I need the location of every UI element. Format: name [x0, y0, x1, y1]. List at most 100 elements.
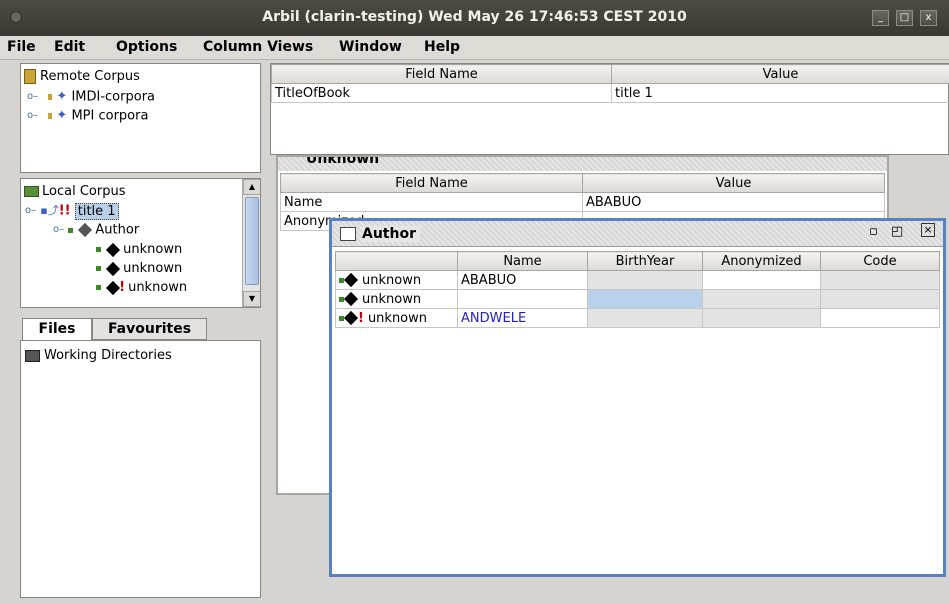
title-fields-table: Field Name Value TitleOfBook title 1 [271, 64, 949, 103]
column-header-field-name[interactable]: Field Name [280, 173, 583, 193]
table-cell[interactable] [587, 270, 703, 290]
scroll-up-icon[interactable]: ▲ [243, 179, 260, 195]
table-row[interactable]: Name ABABUO [280, 192, 885, 212]
column-header-field-name[interactable]: Field Name [271, 64, 612, 84]
maximize-icon[interactable]: ◰ [891, 224, 903, 239]
author-frame-titlebar[interactable]: Author ▫ ◰ × [332, 221, 943, 247]
iconify-icon[interactable]: ▫ [869, 224, 878, 239]
table-cell[interactable] [820, 289, 940, 309]
green-marker-icon [68, 227, 74, 233]
local-tree-scrollbar[interactable]: ▲ ▼ [242, 179, 260, 307]
book-icon [24, 69, 36, 84]
tree-node-unknown[interactable]: unknown [96, 260, 182, 278]
table-cell[interactable]: Name [280, 192, 583, 212]
scroll-thumb[interactable] [245, 197, 259, 285]
tree-node-imdi-corpora[interactable]: o– ✦ IMDI-corpora [27, 88, 155, 106]
remote-corpus-tree[interactable]: Remote Corpus o– ✦ IMDI-corpora o– ✦ MPI… [20, 63, 261, 173]
column-header-birthyear[interactable]: BirthYear [587, 251, 703, 271]
computer-icon [25, 349, 40, 362]
frame-title: Unknown [306, 157, 380, 167]
tree-node-unknown[interactable]: ! unknown [96, 279, 187, 297]
table-cell[interactable] [702, 270, 821, 290]
folder-icon [24, 186, 39, 197]
column-header-node[interactable] [335, 251, 458, 271]
table-row[interactable]: TitleOfBook title 1 [271, 83, 949, 103]
row-node-cell[interactable]: ! unknown [335, 308, 458, 328]
row-node-cell[interactable]: unknown [335, 289, 458, 309]
table-cell[interactable] [820, 270, 940, 290]
column-header-value[interactable]: Value [582, 173, 885, 193]
tree-label: Local Corpus [42, 184, 126, 199]
minimize-button[interactable]: _ [872, 10, 889, 26]
tree-node-mpi-corpora[interactable]: o– ✦ MPI corpora [27, 107, 148, 125]
scroll-down-icon[interactable]: ▼ [243, 291, 260, 307]
title-fields-panel: Field Name Value TitleOfBook title 1 [270, 63, 949, 155]
tree-node-title-1[interactable]: o– ▪⤴!! title 1 [25, 202, 119, 220]
expand-handle-icon[interactable]: o– [25, 202, 36, 220]
table-cell[interactable] [457, 289, 588, 309]
table-cell[interactable]: TitleOfBook [271, 83, 612, 103]
expand-handle-icon[interactable]: o– [27, 88, 38, 106]
diamond-icon [343, 291, 359, 307]
tree-label: Author [95, 222, 140, 238]
tree-label: title 1 [74, 202, 119, 220]
table-cell[interactable]: ABABUO [457, 270, 588, 290]
tree-label: unknown [128, 280, 188, 295]
diamond-icon [343, 310, 359, 326]
diamond-icon [78, 222, 93, 238]
menu-help[interactable]: Help [424, 39, 460, 55]
expand-handle-icon[interactable]: o– [53, 221, 64, 239]
diamond-icon [106, 242, 121, 257]
tree-node-working-directories[interactable]: Working Directories [25, 347, 172, 365]
column-header-code[interactable]: Code [820, 251, 940, 271]
menu-file[interactable]: File [7, 39, 36, 55]
error-mark-icon: !! [58, 203, 71, 219]
expand-handle-icon[interactable]: o– [27, 107, 38, 125]
session-icon: ▪⤴ [40, 204, 59, 217]
folder-marker-icon [48, 113, 53, 119]
column-header-name[interactable]: Name [457, 251, 588, 271]
files-panel[interactable]: Working Directories [20, 340, 261, 598]
table-cell[interactable]: title 1 [611, 83, 949, 103]
tree-node-author[interactable]: o– Author [53, 221, 139, 239]
error-mark-icon: ! [358, 310, 364, 326]
menu-options[interactable]: Options [116, 39, 177, 55]
local-corpus-tree[interactable]: Local Corpus o– ▪⤴!! title 1 o– Author u… [20, 178, 261, 308]
close-icon[interactable]: × [921, 223, 935, 237]
menu-window[interactable]: Window [339, 39, 402, 55]
unknown-frame-titlebar[interactable]: Unknown [278, 157, 887, 171]
maximize-button[interactable]: □ [896, 10, 913, 26]
table-cell[interactable] [702, 289, 821, 309]
menu-edit[interactable]: Edit [54, 39, 85, 55]
author-frame[interactable]: Author ▫ ◰ × Name BirthYear Anonymized C… [329, 218, 946, 577]
column-header-anonymized[interactable]: Anonymized [702, 251, 821, 271]
tree-node-local-corpus[interactable]: Local Corpus [24, 183, 125, 201]
tree-label: Working Directories [44, 348, 172, 363]
table-cell[interactable] [702, 308, 821, 328]
tab-favourites[interactable]: Favourites [92, 318, 207, 340]
table-cell[interactable]: ABABUO [582, 192, 885, 212]
table-row[interactable]: unknown [335, 289, 940, 309]
table-cell[interactable] [820, 308, 940, 328]
tree-node-remote-corpus[interactable]: Remote Corpus [24, 68, 140, 86]
tree-label: IMDI-corpora [71, 89, 156, 105]
menu-column-views[interactable]: Column Views [203, 39, 313, 55]
column-header-value[interactable]: Value [611, 64, 949, 84]
tree-label: unknown [123, 261, 183, 276]
table-cell-selected[interactable] [587, 289, 703, 309]
tab-files[interactable]: Files [22, 318, 92, 340]
green-marker-icon [96, 266, 101, 271]
window-titlebar[interactable]: Arbil (clarin-testing) Wed May 26 17:46:… [0, 0, 949, 36]
diamond-icon [106, 261, 121, 276]
row-node-cell[interactable]: unknown [335, 270, 458, 290]
tree-label: Remote Corpus [40, 69, 140, 84]
tree-node-unknown[interactable]: unknown [96, 241, 182, 259]
table-row[interactable]: unknown ABABUO [335, 270, 940, 290]
frame-title: Author [362, 226, 420, 242]
table-cell[interactable] [587, 308, 703, 328]
table-cell[interactable]: ANDWELE [457, 308, 588, 328]
plus-star-icon: ✦ [56, 108, 68, 123]
tree-label: unknown [123, 242, 183, 257]
table-row[interactable]: ! unknown ANDWELE [335, 308, 940, 328]
close-button[interactable]: x [920, 10, 937, 26]
